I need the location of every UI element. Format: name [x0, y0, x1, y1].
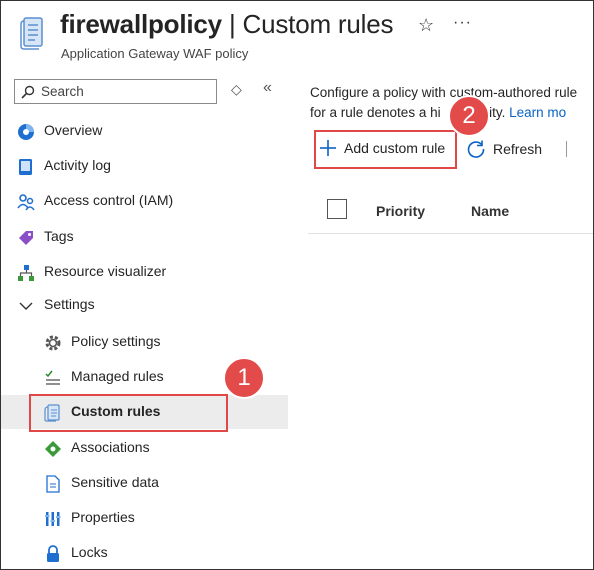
highlight-add-custom-rule	[314, 130, 457, 169]
association-icon	[45, 441, 61, 457]
sidebar-item-label: Associations	[71, 439, 150, 455]
description-line-2: for a rule denotes a hiriority. Learn mo	[310, 103, 577, 123]
step-badge-2: 2	[448, 95, 490, 137]
sidebar-item-label: Policy settings	[71, 333, 161, 349]
gear-icon	[45, 335, 61, 351]
step-badge-1: 1	[223, 357, 265, 399]
sidebar-item-locks[interactable]: Locks	[1, 536, 288, 569]
column-header-priority[interactable]: Priority	[376, 203, 425, 219]
star-icon[interactable]: ☆	[418, 15, 434, 36]
page-subtitle: Application Gateway WAF policy	[61, 46, 249, 61]
sidebar-item-policy-settings[interactable]: Policy settings	[1, 325, 288, 359]
sidebar-item-label: Managed rules	[71, 368, 164, 384]
select-all-checkbox[interactable]	[327, 199, 347, 219]
lock-icon	[47, 545, 59, 562]
table-header-divider	[308, 233, 593, 234]
ellipsis-icon[interactable]: ···	[453, 14, 472, 32]
sidebar-group-label: Settings	[44, 296, 95, 312]
sidebar-item-label: Activity log	[44, 157, 111, 173]
sidebar-item-label: Access control (IAM)	[44, 192, 174, 208]
resource-name: firewallpolicy	[60, 9, 222, 39]
chevron-down-icon	[19, 302, 33, 310]
overview-icon	[18, 124, 34, 140]
column-header-name[interactable]: Name	[471, 203, 509, 219]
properties-icon	[45, 512, 61, 526]
blade-name: Custom rules	[242, 9, 394, 39]
page-title: firewallpolicy | Custom rules	[60, 9, 393, 40]
search-input[interactable]: Search	[14, 79, 217, 104]
sidebar-item-activity-log[interactable]: Activity log	[1, 149, 288, 183]
sidebar-item-overview[interactable]: Overview	[1, 114, 288, 148]
checklist-icon	[45, 370, 60, 385]
refresh-button[interactable]: Refresh	[466, 139, 542, 159]
sidebar-item-access-control[interactable]: Access control (IAM)	[1, 184, 288, 218]
collapse-sidebar-icon[interactable]: «	[263, 79, 272, 97]
title-separator: |	[221, 9, 243, 39]
sidebar-item-associations[interactable]: Associations	[1, 431, 288, 465]
search-icon	[21, 85, 35, 99]
sidebar-item-label: Locks	[71, 544, 108, 560]
scroll-page-icon	[20, 17, 43, 50]
sidebar-item-label: Properties	[71, 509, 135, 525]
sidebar-item-properties[interactable]: Properties	[1, 501, 288, 535]
sidebar-item-label: Resource visualizer	[44, 263, 167, 279]
description-text: Configure a policy with custom-authored …	[310, 83, 577, 123]
sidebar-item-label: Tags	[44, 228, 74, 244]
sidebar-item-resource-visualizer[interactable]: Resource visualizer	[1, 255, 288, 289]
refresh-icon	[467, 140, 485, 158]
description-line-2-start: for a rule denotes a hi	[310, 105, 441, 120]
search-placeholder: Search	[41, 84, 84, 99]
refresh-label: Refresh	[493, 141, 543, 157]
tag-icon	[19, 231, 33, 245]
sidebar-item-label: Sensitive data	[71, 474, 159, 490]
screenshot-frame: firewallpolicy | Custom rules Applicatio…	[0, 0, 594, 570]
learn-more-link[interactable]: Learn mo	[509, 105, 566, 120]
document-icon	[46, 475, 60, 493]
highlight-custom-rules	[29, 394, 228, 432]
sidebar-item-label: Overview	[44, 122, 103, 138]
sidebar-item-tags[interactable]: Tags	[1, 220, 288, 254]
hierarchy-icon	[18, 265, 34, 281]
description-line-1: Configure a policy with custom-authored …	[310, 85, 578, 100]
toolbar-separator	[566, 141, 567, 157]
people-icon	[17, 194, 35, 211]
activity-log-icon	[19, 159, 32, 175]
sidebar-group-settings[interactable]: Settings	[1, 288, 288, 322]
expand-icon[interactable]: ◇	[231, 81, 242, 98]
sidebar-item-sensitive-data[interactable]: Sensitive data	[1, 466, 288, 500]
